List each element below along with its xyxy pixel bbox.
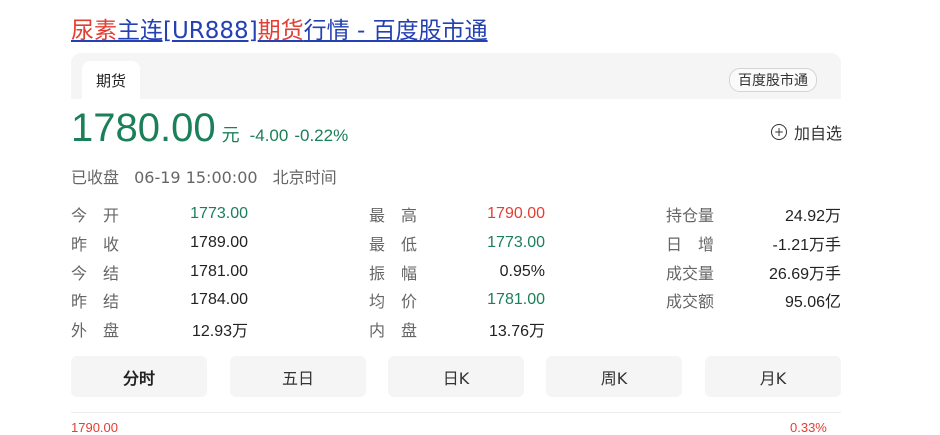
stat-open: 今 开 1773.00 — [71, 200, 248, 228]
add-to-watchlist-button[interactable]: + 加自选 — [770, 120, 842, 144]
price-row: 1780.00 元 -4.00 -0.22% — [71, 106, 348, 151]
stat-value: 0.95% — [499, 263, 545, 280]
stat-open-interest: 持仓量 24.92万 — [666, 200, 841, 228]
timezone-label: 北京时间 — [272, 168, 337, 187]
title-suffix: 行情 - 百度股市通 — [303, 18, 488, 44]
stat-label: 最 低 — [369, 235, 418, 254]
title-keyword-urea: 尿素 — [71, 18, 117, 44]
quote-datetime: 06-19 15:00:00 — [134, 168, 258, 187]
stat-value: 24.92万 — [784, 208, 841, 225]
divider — [71, 412, 841, 413]
market-status: 已收盘 06-19 15:00:00 北京时间 — [71, 164, 347, 188]
title-contract: 主连[UR888] — [117, 18, 258, 44]
stat-label: 今 结 — [71, 264, 120, 283]
card-tab-bar: 期货 百度股市通 — [71, 53, 841, 99]
stat-label: 成交额 — [666, 292, 715, 311]
page-title-link[interactable]: 尿素主连[UR888]期货行情 - 百度股市通 — [71, 11, 488, 45]
stat-label: 均 价 — [369, 292, 418, 311]
tab-monthly-k[interactable]: 月K — [705, 356, 841, 397]
stat-label: 昨 结 — [71, 292, 120, 311]
stat-value: 1781.00 — [190, 263, 248, 280]
price-unit: 元 — [221, 125, 240, 146]
stat-high: 最 高 1790.00 — [369, 200, 545, 228]
stat-label: 昨 收 — [71, 235, 120, 254]
stat-inner-volume: 内 盘 13.76万 — [369, 315, 545, 343]
stat-value: 1784.00 — [190, 291, 248, 308]
tab-weekly-k[interactable]: 周K — [546, 356, 682, 397]
stat-value: 1781.00 — [487, 291, 545, 308]
stat-value: 1790.00 — [487, 205, 545, 222]
stat-label: 今 开 — [71, 206, 120, 225]
stat-value: 1773.00 — [487, 234, 545, 251]
price-change: -4.00 — [249, 126, 289, 145]
stat-value: 95.06亿 — [784, 294, 841, 311]
tab-daily-k[interactable]: 日K — [388, 356, 524, 397]
stat-prev-close: 昨 收 1789.00 — [71, 229, 248, 257]
chart-axis-top-price: 1790.00 — [71, 420, 118, 435]
stat-turnover: 成交额 95.06亿 — [666, 286, 841, 314]
plus-circle-icon: + — [770, 124, 787, 140]
stat-value: 26.69万手 — [768, 266, 841, 283]
stat-label: 振 幅 — [369, 264, 418, 283]
source-badge[interactable]: 百度股市通 — [729, 68, 817, 92]
stat-low: 最 低 1773.00 — [369, 229, 545, 257]
stat-value: 12.93万 — [191, 323, 248, 340]
stat-label: 持仓量 — [666, 206, 715, 225]
add-to-watchlist-label: 加自选 — [793, 124, 842, 143]
stat-label: 日 增 — [666, 235, 715, 254]
stat-volume: 成交量 26.69万手 — [666, 258, 841, 286]
tab-futures[interactable]: 期货 — [82, 61, 140, 99]
chart-axis-top-percent: 0.33% — [790, 420, 827, 435]
tab-five-day[interactable]: 五日 — [230, 356, 366, 397]
period-tabs: 分时 五日 日K 周K 月K — [71, 356, 841, 398]
price-change-percent: -0.22% — [294, 126, 349, 145]
stat-outer-volume: 外 盘 12.93万 — [71, 315, 248, 343]
stat-value: 13.76万 — [488, 323, 545, 340]
title-keyword-futures: 期货 — [257, 18, 304, 44]
stat-avg-price: 均 价 1781.00 — [369, 286, 545, 314]
stat-prev-settle: 昨 结 1784.00 — [71, 286, 248, 314]
current-price: 1780.00 — [71, 106, 216, 150]
stat-label: 最 高 — [369, 206, 418, 225]
stat-label: 外 盘 — [71, 321, 120, 340]
stat-value: 1773.00 — [190, 205, 248, 222]
stat-value: 1789.00 — [190, 234, 248, 251]
stat-label: 成交量 — [666, 264, 715, 283]
stat-settle: 今 结 1781.00 — [71, 258, 248, 286]
stat-label: 内 盘 — [369, 321, 418, 340]
market-state: 已收盘 — [71, 168, 120, 187]
stat-daily-change: 日 增 -1.21万手 — [666, 229, 841, 257]
stat-amplitude: 振 幅 0.95% — [369, 258, 545, 286]
tab-intraday[interactable]: 分时 — [71, 356, 207, 397]
stat-value: -1.21万手 — [772, 237, 841, 254]
